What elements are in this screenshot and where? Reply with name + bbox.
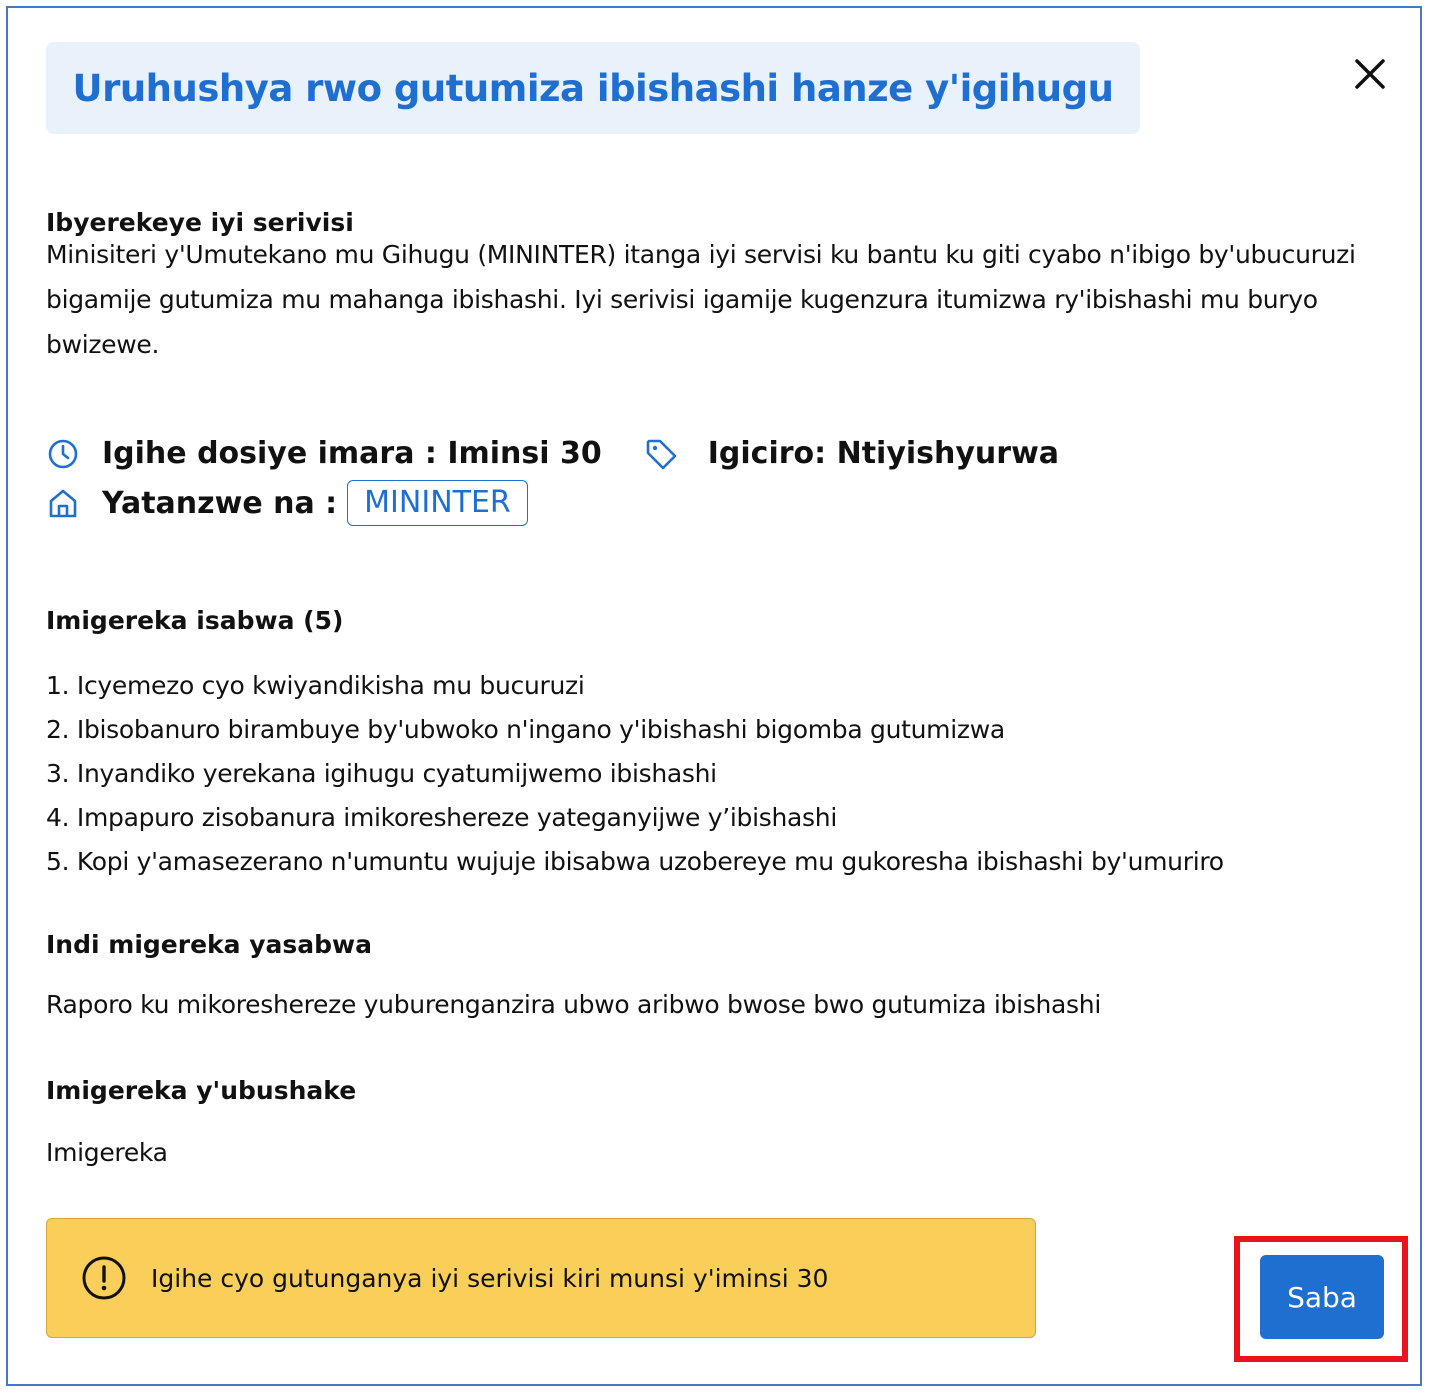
requirements-list: 1. Icyemezo cyo kwiyandikisha mu bucuruz… <box>46 664 1224 884</box>
price: Igiciro: Ntiyishyurwa <box>707 436 1060 471</box>
home-icon <box>46 486 80 520</box>
close-icon <box>1355 59 1385 89</box>
service-modal: Uruhushya rwo gutumiza ibishashi hanze y… <box>6 6 1422 1386</box>
other-requirements-text: Raporo ku mikoreshereze yuburenganzira u… <box>46 990 1101 1019</box>
modal-title: Uruhushya rwo gutumiza ibishashi hanze y… <box>72 66 1114 110</box>
other-requirements-heading: Indi migereka yasabwa <box>46 930 373 959</box>
processing-time-warning: Igihe cyo gutunganya iyi serivisi kiri m… <box>46 1218 1036 1338</box>
list-item: 5. Kopi y'amasezerano n'umuntu wujuje ib… <box>46 847 1224 876</box>
agency-badge[interactable]: MININTER <box>347 480 528 526</box>
processing-time: Igihe dosiye imara : Iminsi 30 <box>102 436 602 471</box>
meta-row-provider: Yatanzwe na : MININTER <box>46 480 528 526</box>
modal-title-box: Uruhushya rwo gutumiza ibishashi hanze y… <box>46 42 1140 134</box>
provided-by-label: Yatanzwe na : <box>102 485 338 521</box>
meta-row-time-price: Igihe dosiye imara : Iminsi 30 Igiciro: … <box>46 436 1059 471</box>
list-item: 2. Ibisobanuro birambuye by'ubwoko n'ing… <box>46 715 1005 744</box>
list-item: 1. Icyemezo cyo kwiyandikisha mu bucuruz… <box>46 671 585 700</box>
optional-attachments-text: Imigereka <box>46 1138 168 1167</box>
tag-icon <box>644 437 678 471</box>
apply-button[interactable]: Saba <box>1260 1255 1384 1339</box>
list-item: 4. Impapuro zisobanura imikoreshereze ya… <box>46 803 837 832</box>
clock-icon <box>46 437 80 471</box>
warning-text: Igihe cyo gutunganya iyi serivisi kiri m… <box>151 1263 829 1293</box>
list-item: 3. Inyandiko yerekana igihugu cyatumijwe… <box>46 759 717 788</box>
about-description: Minisiteri y'Umutekano mu Gihugu (MININT… <box>46 240 1356 359</box>
optional-attachments-heading: Imigereka y'ubushake <box>46 1076 357 1105</box>
alert-circle-icon <box>81 1255 127 1301</box>
requirements-heading: Imigereka isabwa (5) <box>46 606 344 635</box>
close-button[interactable] <box>1348 52 1392 96</box>
